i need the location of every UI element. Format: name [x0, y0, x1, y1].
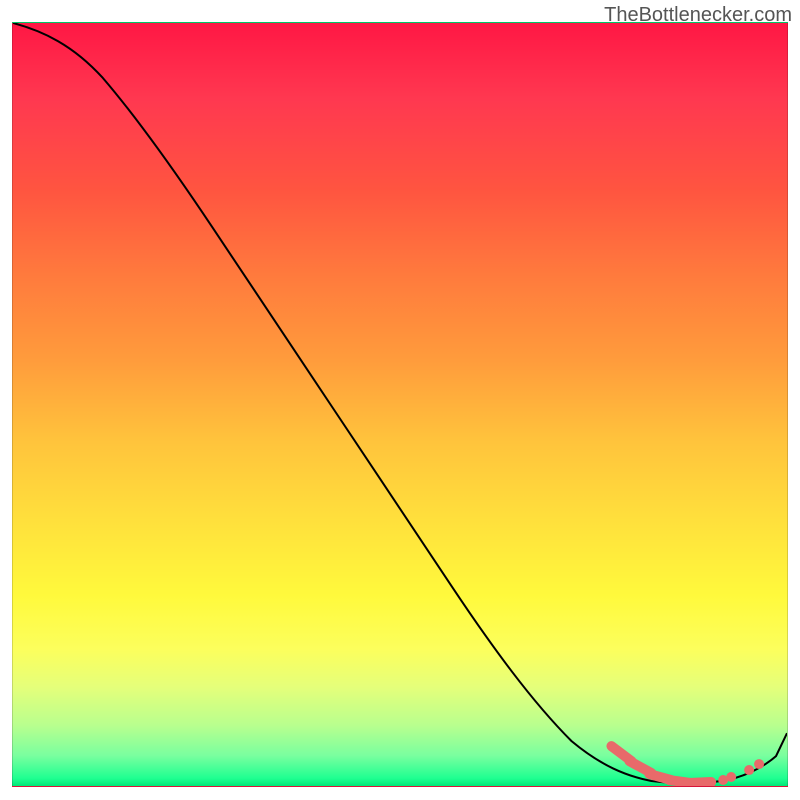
highlight-dot	[726, 772, 736, 782]
highlight-dash	[689, 782, 711, 783]
highlight-dot	[744, 765, 754, 775]
chart-container: TheBottlenecker.com	[0, 0, 800, 800]
bottleneck-curve-line	[13, 23, 787, 783]
watermark-text: TheBottlenecker.com	[604, 4, 792, 27]
plot-area	[12, 22, 788, 787]
chart-svg	[13, 23, 787, 786]
highlight-dot	[754, 759, 764, 769]
